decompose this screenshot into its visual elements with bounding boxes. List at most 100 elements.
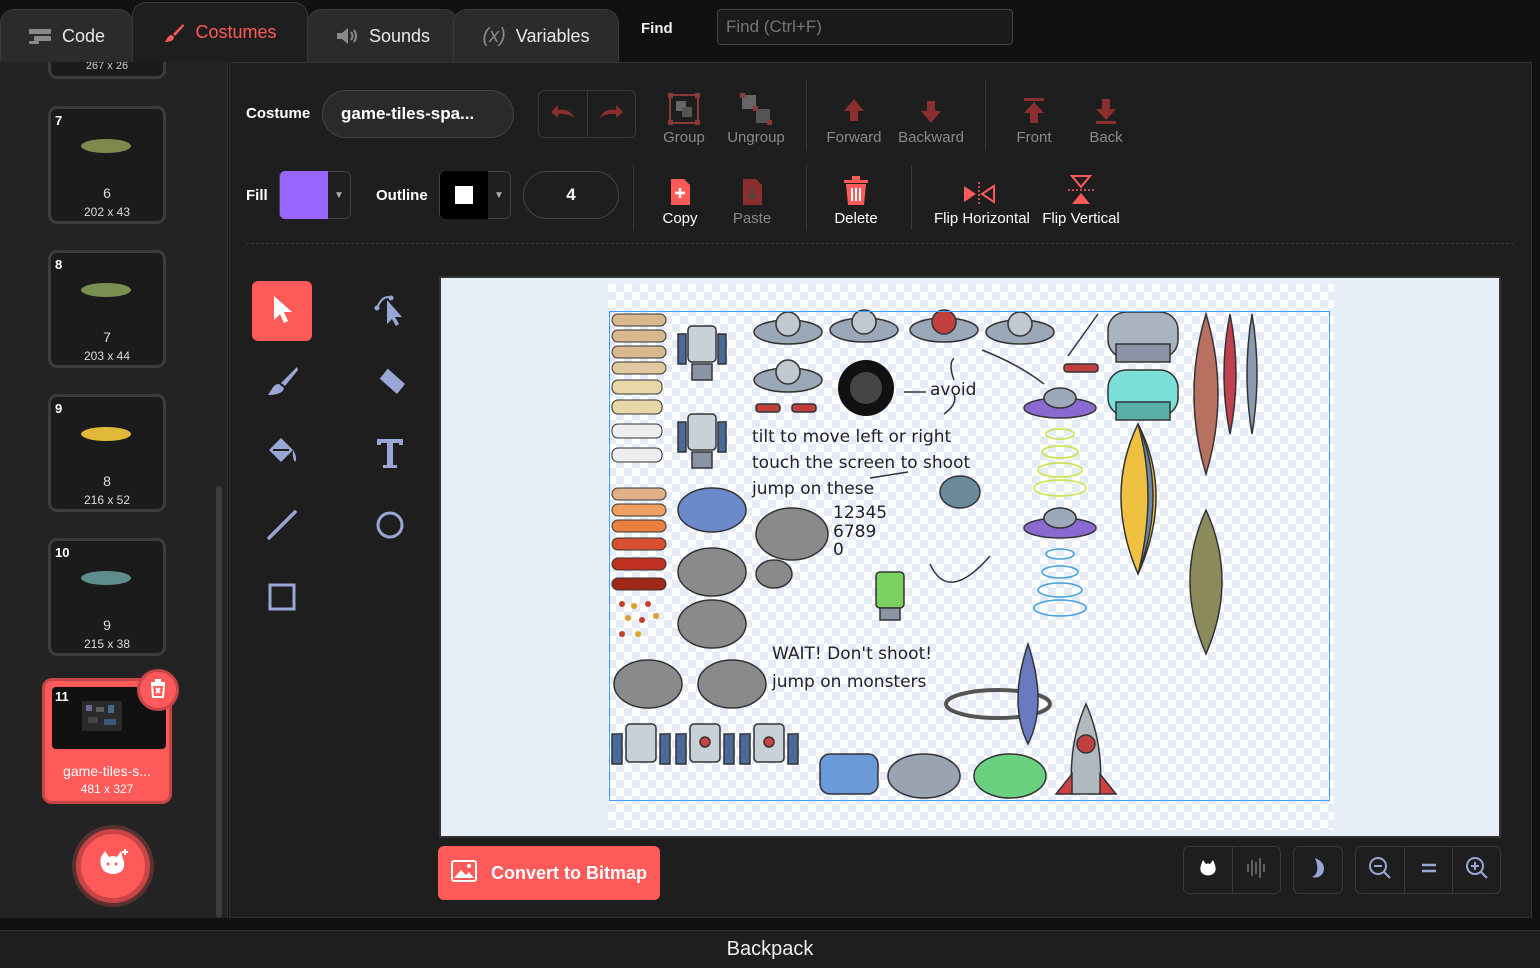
- paste-button[interactable]: Paste: [712, 166, 792, 227]
- reshape-tool[interactable]: [360, 281, 420, 341]
- theme-toggle: [1293, 846, 1343, 894]
- backpack-bar[interactable]: Backpack: [0, 930, 1540, 968]
- reshape-icon: [373, 292, 407, 331]
- outline-color-picker[interactable]: ▼: [439, 171, 511, 219]
- text-tool[interactable]: [360, 425, 420, 485]
- app-root: Code Costumes Sounds (x) Variables Find …: [0, 0, 1540, 968]
- arrow-cursor-icon: [271, 294, 293, 329]
- canvas-text-wait: WAIT! Don't shoot!: [772, 644, 933, 664]
- fill-color-picker[interactable]: ▼: [279, 171, 351, 219]
- zoom-reset-button[interactable]: [1404, 847, 1452, 893]
- outline-swatch: [440, 171, 488, 219]
- costume-size: 216 x 52: [83, 493, 131, 507]
- fill-tool[interactable]: [252, 425, 312, 485]
- flip-horizontal-icon: [934, 166, 1024, 206]
- canvas-text-digits3: 0: [833, 540, 844, 560]
- copy-label: Copy: [662, 210, 698, 227]
- line-icon: [265, 508, 299, 547]
- brush-tool[interactable]: [252, 353, 312, 413]
- tab-variables[interactable]: (x) Variables: [453, 9, 619, 62]
- paste-icon: [712, 166, 792, 206]
- delete-costume-button[interactable]: [137, 669, 179, 711]
- convert-to-bitmap-button[interactable]: Convert to Bitmap: [438, 846, 660, 900]
- costume-name: 8: [103, 473, 111, 489]
- costume-number: 9: [55, 401, 63, 416]
- back-icon: [1066, 85, 1146, 125]
- costume-list[interactable]: 267 x 26 7 6 202 x 43 8 7 203 x 44 9 8 2…: [0, 62, 228, 918]
- speaker-icon: [335, 27, 359, 45]
- costume-number: 8: [55, 257, 63, 272]
- fill-swatch: [280, 171, 328, 219]
- costume-thumbnail: [81, 427, 131, 441]
- costume-size: 202 x 43: [83, 205, 131, 219]
- bitmap-mode-button[interactable]: [1232, 847, 1280, 893]
- moon-button[interactable]: [1294, 847, 1342, 893]
- undo-redo-group: [538, 90, 636, 138]
- group-button[interactable]: Group: [644, 85, 724, 146]
- canvas-text-touch: touch the screen to shoot: [752, 453, 971, 473]
- undo-icon: [550, 104, 576, 125]
- ungroup-button[interactable]: Ungroup: [716, 85, 796, 146]
- front-label: Front: [1016, 129, 1052, 146]
- costume-label: Costume: [246, 105, 311, 122]
- rectangle-tool[interactable]: [252, 569, 312, 629]
- paintbrush-icon: [265, 364, 299, 403]
- costume-thumbnail: [81, 139, 131, 153]
- costume-size: 215 x 38: [83, 637, 131, 651]
- forward-button[interactable]: Forward: [814, 85, 894, 146]
- flip-horizontal-button[interactable]: Flip Horizontal: [934, 166, 1030, 227]
- delete-button[interactable]: Delete: [816, 166, 896, 227]
- group-label: Group: [663, 129, 705, 146]
- select-tool[interactable]: [252, 281, 312, 341]
- eraser-tool[interactable]: [360, 353, 420, 413]
- redo-button[interactable]: [586, 91, 636, 137]
- flip-vertical-icon: [1036, 166, 1126, 206]
- zoom-in-button[interactable]: [1452, 847, 1500, 893]
- zoom-out-button[interactable]: [1356, 847, 1404, 893]
- toolbar-divider: [633, 165, 634, 230]
- outline-width-input[interactable]: 4: [523, 171, 619, 219]
- costume-card-7[interactable]: 7 6 202 x 43: [48, 106, 166, 224]
- costume-card-10[interactable]: 10 9 215 x 38: [48, 538, 166, 656]
- costume-card-9[interactable]: 9 8 216 x 52: [48, 394, 166, 512]
- tab-code[interactable]: Code: [0, 9, 133, 62]
- paint-bucket-icon: [265, 436, 299, 475]
- vector-mode-button[interactable]: [1184, 847, 1232, 893]
- costume-card-8[interactable]: 8 7 203 x 44: [48, 250, 166, 368]
- rectangle-icon: [266, 581, 298, 618]
- brush-icon: [163, 22, 185, 44]
- line-tool[interactable]: [252, 497, 312, 557]
- toolbar-divider: [911, 165, 912, 230]
- undo-button[interactable]: [539, 91, 587, 137]
- costume-list-scrollbar[interactable]: [216, 486, 222, 918]
- costume-number: 11: [55, 689, 69, 704]
- costume-card-partial[interactable]: 267 x 26: [48, 62, 166, 79]
- toolbar-divider: [985, 80, 986, 150]
- back-button[interactable]: Back: [1066, 85, 1146, 146]
- chevron-down-icon: ▼: [494, 189, 504, 201]
- choose-costume-button[interactable]: [76, 829, 150, 903]
- costume-size: 203 x 44: [83, 349, 131, 363]
- forward-icon: [814, 85, 894, 125]
- find-input[interactable]: [717, 9, 1013, 45]
- equals-icon: [1420, 861, 1438, 880]
- circle-tool[interactable]: [360, 497, 420, 557]
- code-icon: [28, 27, 52, 45]
- cat-plus-icon: [96, 848, 130, 884]
- zoom-controls: [1355, 846, 1501, 894]
- group-icon: [644, 85, 724, 125]
- copy-button[interactable]: Copy: [640, 166, 720, 227]
- canvas-text-tilt: tilt to move left or right: [752, 427, 952, 447]
- costume-name-input[interactable]: game-tiles-spa...: [322, 90, 514, 138]
- flip-vertical-button[interactable]: Flip Vertical: [1036, 166, 1126, 227]
- backward-button[interactable]: Backward: [891, 85, 971, 146]
- tab-costumes[interactable]: Costumes: [132, 2, 308, 62]
- front-button[interactable]: Front: [994, 85, 1074, 146]
- tab-label: Sounds: [368, 25, 431, 46]
- ungroup-label: Ungroup: [727, 129, 785, 146]
- costume-name: 7: [103, 329, 111, 345]
- costume-name: 6: [103, 185, 111, 201]
- tab-sounds[interactable]: Sounds: [307, 9, 458, 62]
- paste-label: Paste: [732, 210, 772, 227]
- tab-label: Costumes: [195, 22, 277, 42]
